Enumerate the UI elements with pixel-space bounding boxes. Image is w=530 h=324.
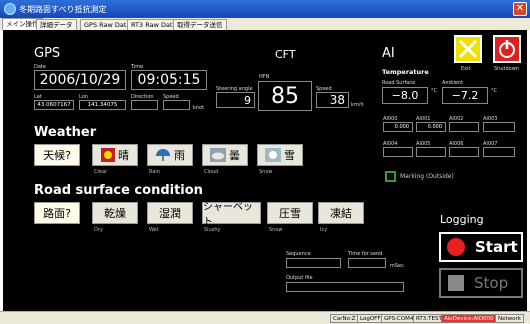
sun-icon — [101, 148, 115, 162]
status-aio: AioDevice:AIO000 — [441, 314, 497, 323]
ai005-value — [416, 147, 446, 157]
tab-send-data[interactable]: 取得データ送信 — [173, 19, 227, 30]
window-title: 冬期路面すべり抵抗測定 — [19, 5, 107, 14]
hfn-value: 85 — [258, 81, 312, 111]
weather-clear-caption: Clear — [94, 169, 108, 175]
weather-cloud-caption: Cloud — [204, 169, 219, 175]
main-panel: GPS Date 2006/10/29 Time 09:05:15 Lat 43… — [3, 30, 527, 311]
weather-snow-caption: Snow — [259, 169, 273, 175]
tab-bar: メイン操作 詳細データ GPS Raw Data RT3 Raw Data 取得… — [0, 18, 530, 30]
output-file-value — [286, 282, 404, 292]
lon-value: 141.34075 — [79, 100, 126, 110]
road-surface-deg-unit: °C — [431, 88, 437, 94]
shutdown-label: Shutdown — [494, 66, 519, 72]
road-icy-caption: Icy — [320, 227, 328, 233]
time-for-send-label: Time for send — [348, 251, 383, 257]
snow-icon — [265, 148, 281, 162]
road-wet-button[interactable]: 湿潤 — [147, 202, 193, 224]
shutdown-button[interactable] — [493, 35, 521, 63]
umbrella-icon — [156, 149, 170, 161]
road-title: Road surface condition — [34, 183, 203, 198]
start-label: Start — [475, 238, 518, 256]
ai001-value: 0.000 — [416, 122, 446, 132]
weather-rain-label: 雨 — [174, 149, 185, 162]
road-slushy-button[interactable]: シャーベット — [202, 202, 261, 228]
sequence-value — [286, 258, 341, 268]
road-snow-button[interactable]: 圧雪 — [267, 202, 313, 224]
ai-title: AI — [382, 46, 395, 61]
road-dry-caption: Dry — [94, 227, 103, 233]
ai006-value — [449, 147, 479, 157]
road-question: 路面? — [34, 202, 80, 224]
status-bar: CarNo:Z LogOFF GPS:COM4 RT3:TEST AioDevi… — [0, 311, 530, 324]
cft-speed-value: 38 — [316, 92, 349, 108]
tab-details[interactable]: 詳細データ — [36, 19, 77, 30]
time-value: 09:05:15 — [131, 70, 207, 90]
ai003-value — [483, 122, 515, 132]
marking-checkbox[interactable] — [385, 171, 396, 182]
ambient-deg-unit: °C — [491, 88, 497, 94]
weather-title: Weather — [34, 125, 97, 140]
ai004-value — [383, 147, 413, 157]
sequence-label: Sequence — [286, 251, 311, 257]
road-surface-temp-label: Road Surface — [382, 80, 416, 86]
status-log: LogOFF — [357, 314, 384, 323]
kmh-unit: km/h — [351, 102, 364, 108]
status-carno: CarNo:Z — [330, 314, 359, 323]
weather-snow-label: 雪 — [284, 149, 295, 162]
gps-speed-value — [163, 100, 190, 110]
msec-unit: mSec — [390, 263, 404, 269]
ai002-value — [449, 122, 479, 132]
status-network: Network — [495, 314, 524, 323]
record-icon — [447, 238, 465, 256]
exit-label: Exit — [461, 66, 471, 72]
weather-clear-label: 晴 — [118, 149, 129, 162]
ai007-value — [483, 147, 515, 157]
road-dry-button[interactable]: 乾燥 — [92, 202, 138, 224]
cloud-icon — [210, 148, 226, 162]
ai000-value: 0.000 — [383, 122, 413, 132]
marking-label: Marking (Outside) — [400, 173, 454, 180]
road-snow-caption: Snow — [269, 227, 283, 233]
cft-title: CFT — [275, 48, 296, 61]
stop-button[interactable]: Stop — [439, 268, 523, 298]
road-surface-temp-value: −8.0 — [382, 87, 428, 104]
weather-question: 天候? — [34, 144, 80, 166]
knot-unit: knot — [193, 105, 205, 111]
output-file-label: Output file — [286, 275, 313, 281]
gps-title: GPS — [34, 46, 61, 61]
hfn-label: HFN — [259, 74, 270, 80]
weather-rain-caption: Rain — [149, 169, 160, 175]
direction-value — [131, 100, 158, 110]
app-icon — [4, 3, 16, 15]
ambient-temp-label: Ambient — [442, 80, 464, 86]
power-icon — [499, 40, 515, 58]
status-gps: GPS:COM4 — [381, 314, 417, 323]
weather-rain-button[interactable]: 雨 — [147, 144, 193, 166]
temperature-label: Temperature — [382, 68, 429, 76]
title-bar: 冬期路面すべり抵抗測定 ✕ — [0, 0, 530, 18]
road-slushy-caption: Slushy — [204, 227, 221, 233]
steering-value: 9 — [216, 92, 255, 108]
close-icon[interactable]: ✕ — [513, 2, 527, 16]
ambient-temp-value: −7.2 — [442, 87, 488, 104]
weather-snow-button[interactable]: 雪 — [257, 144, 303, 166]
weather-clear-button[interactable]: 晴 — [92, 144, 138, 166]
road-icy-button[interactable]: 凍結 — [318, 202, 364, 224]
exit-x-icon — [458, 39, 478, 59]
weather-cloud-label: 曇 — [229, 149, 240, 162]
time-for-send-value — [348, 258, 386, 268]
weather-cloud-button[interactable]: 曇 — [202, 144, 248, 166]
stop-label: Stop — [474, 274, 509, 292]
date-value: 2006/10/29 — [34, 70, 126, 90]
road-wet-caption: Wet — [149, 227, 159, 233]
lat-value: 43.0607167 — [34, 100, 74, 110]
stop-icon — [448, 275, 464, 291]
logging-title: Logging — [440, 213, 484, 226]
exit-button[interactable] — [454, 35, 482, 63]
start-button[interactable]: Start — [439, 232, 523, 262]
